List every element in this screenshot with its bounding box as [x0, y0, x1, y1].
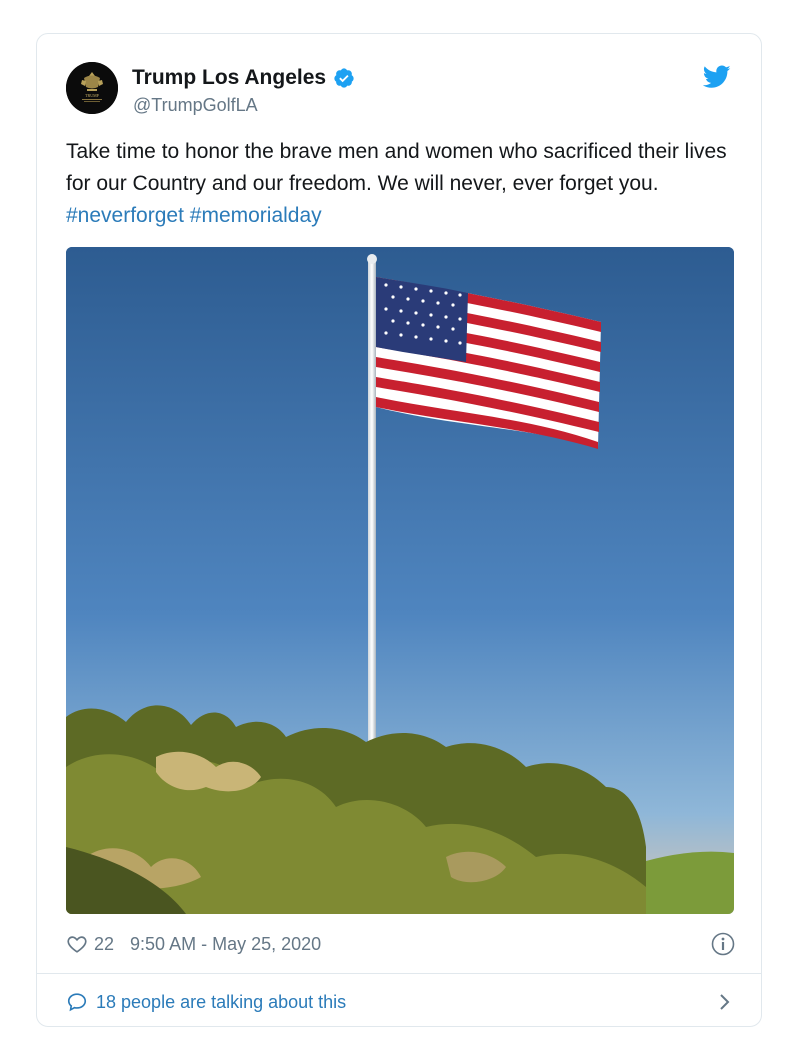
- speech-bubble-icon: [67, 993, 87, 1012]
- flag-photo-illustration: [66, 247, 734, 914]
- avatar[interactable]: TRUMP: [66, 62, 118, 114]
- tweet-body: Take time to honor the brave men and wom…: [66, 140, 727, 195]
- footer-divider: [37, 973, 761, 974]
- hashtag-link[interactable]: #memorialday: [190, 204, 322, 227]
- avatar-crest-icon: TRUMP: [66, 62, 118, 114]
- tweet-timestamp[interactable]: 9:50 AM - May 25, 2020: [130, 934, 321, 955]
- chevron-right-icon[interactable]: [716, 991, 734, 1013]
- conversation-link[interactable]: 18 people are talking about this: [66, 988, 736, 1016]
- avatar-logo-text: TRUMP: [85, 93, 100, 98]
- twitter-bird-icon[interactable]: [703, 65, 731, 89]
- info-icon[interactable]: [710, 931, 736, 957]
- tweet-photo[interactable]: [66, 247, 734, 914]
- verified-badge-icon: [334, 68, 354, 88]
- tweet-text: Take time to honor the brave men and wom…: [66, 136, 736, 232]
- like-count[interactable]: 22: [94, 934, 114, 955]
- hashtag-link[interactable]: #neverforget: [66, 204, 184, 227]
- heart-icon[interactable]: [66, 933, 88, 955]
- author-handle[interactable]: @TrumpGolfLA: [133, 95, 258, 116]
- tweet-card: TRUMP Trump Los Angeles @TrumpGolfLA Tak…: [36, 33, 762, 1027]
- tweet-meta: 22 9:50 AM - May 25, 2020: [66, 931, 736, 957]
- author-name[interactable]: Trump Los Angeles: [132, 66, 326, 90]
- author-row: Trump Los Angeles: [132, 66, 355, 90]
- conversation-text[interactable]: 18 people are talking about this: [96, 992, 346, 1013]
